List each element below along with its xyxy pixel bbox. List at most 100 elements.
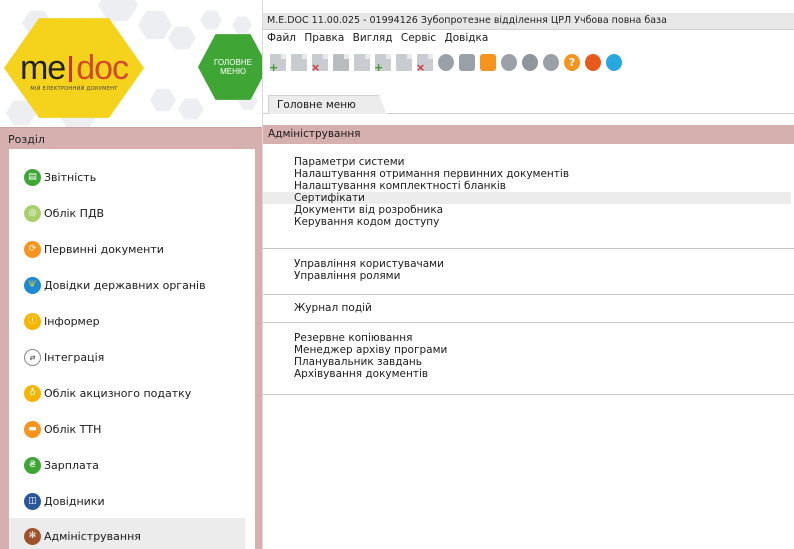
- ttn-icon: ▬: [24, 420, 41, 438]
- main-menu-label-1: ГОЛОВНЕ: [214, 58, 252, 67]
- salary-icon: ₴: [24, 456, 41, 474]
- report-icon: ▤: [24, 168, 41, 186]
- check-icon[interactable]: [543, 53, 559, 71]
- sidebar-item-label: Зарплата: [44, 458, 99, 472]
- section-header: Розділ: [0, 127, 263, 149]
- link-access-code[interactable]: Керування кодом доступу: [263, 216, 794, 228]
- administration-icon: ✻: [24, 527, 41, 545]
- link-role-management[interactable]: Управління ролями: [263, 270, 794, 282]
- sidebar-list: ▤ Звітність ◎ Облік ПДВ ⟳ Первинні докум…: [9, 149, 255, 549]
- link-user-management[interactable]: Управління користувачами: [263, 258, 794, 270]
- link-archive-manager[interactable]: Менеджер архіву програми: [263, 344, 794, 356]
- tab-main-menu-label: Головне меню: [277, 99, 356, 111]
- sidebar-item-salary[interactable]: ₴ Зарплата: [9, 447, 245, 483]
- link-developer-documents[interactable]: Документи від розробника: [263, 204, 794, 216]
- tab-strip: Головне меню: [263, 92, 794, 114]
- decor-hex: [138, 10, 172, 40]
- menu-bar: Файл Правка Вигляд Сервіс Довідка: [263, 30, 794, 46]
- sidebar-item-label: Довідки державних органів: [44, 278, 206, 292]
- open-report-icon[interactable]: [291, 53, 307, 71]
- sidebar-item-label: Облік ПДВ: [44, 206, 105, 220]
- sidebar-item-label: Інтеграція: [44, 350, 105, 364]
- excise-icon: ♁: [24, 384, 41, 402]
- delete-report-icon[interactable]: ×: [311, 53, 328, 73]
- logo-text-doc: doc: [76, 48, 129, 87]
- receive-icon[interactable]: [522, 53, 538, 71]
- link-primary-docs-settings[interactable]: Налаштування отримання первинних докумен…: [263, 168, 794, 180]
- help-icon[interactable]: ?: [564, 53, 580, 71]
- edit-document-icon[interactable]: [354, 53, 370, 71]
- sidebar-item-informer[interactable]: ⓘ Інформер: [9, 303, 245, 339]
- directories-icon: ◫: [24, 492, 41, 510]
- link-certificates[interactable]: Сертифікати: [263, 192, 791, 204]
- panel-divider: [262, 0, 263, 549]
- content-header: Адміністрування: [263, 125, 794, 144]
- window-title: M.E.DOC 11.00.025 - 01994126 Зубопротезн…: [267, 15, 667, 26]
- toolbar: + × + × ?: [263, 47, 794, 77]
- vat-icon: ◎: [24, 204, 41, 222]
- logo-tagline: МІЙ ЕЛЕКТРОННИЙ ДОКУМЕНТ: [30, 85, 118, 92]
- app-window: me doc МІЙ ЕЛЕКТРОННИЙ ДОКУМЕНТ ГОЛОВНЕ М…: [0, 0, 794, 549]
- sidebar-item-label: Адміністрування: [44, 529, 141, 543]
- logo-area: me doc МІЙ ЕЛЕКТРОННИЙ ДОКУМЕНТ ГОЛОВНЕ М…: [0, 0, 263, 127]
- tab-main-menu[interactable]: Головне меню: [268, 95, 387, 114]
- menu-edit[interactable]: Правка: [304, 32, 344, 44]
- link-system-parameters[interactable]: Параметри системи: [263, 156, 794, 168]
- menu-service[interactable]: Сервіс: [401, 32, 436, 44]
- content-header-label: Адміністрування: [268, 128, 361, 140]
- sidebar: ▤ Звітність ◎ Облік ПДВ ⟳ Первинні докум…: [0, 149, 263, 549]
- integration-icon: ⇄: [24, 348, 41, 366]
- menu-help[interactable]: Довідка: [445, 32, 489, 44]
- send-icon[interactable]: [480, 53, 496, 71]
- chat-icon[interactable]: [585, 53, 601, 71]
- sidebar-item-integration[interactable]: ⇄ Інтеграція: [9, 339, 245, 375]
- state-agencies-icon: Ѱ: [24, 276, 41, 294]
- sidebar-item-ttn[interactable]: ▬ Облік ТТН: [9, 411, 245, 447]
- sidebar-item-directories[interactable]: ◫ Довідники: [9, 483, 245, 519]
- menu-view[interactable]: Вигляд: [353, 32, 393, 44]
- primary-documents-icon: ⟳: [24, 240, 41, 258]
- sign-icon[interactable]: [438, 53, 454, 71]
- users-group: Управління користувачами Управління роля…: [263, 258, 794, 295]
- remove-document-icon[interactable]: ×: [416, 53, 433, 73]
- messenger-icon[interactable]: [606, 53, 622, 71]
- events-group: Журнал подій: [263, 302, 794, 323]
- settings-group: Параметри системи Налаштування отримання…: [263, 156, 794, 249]
- sidebar-item-label: Облік акцизного податку: [44, 386, 192, 400]
- key-icon[interactable]: [501, 53, 517, 71]
- search-document-icon[interactable]: [396, 53, 412, 71]
- main-menu-label-2: МЕНЮ: [220, 67, 246, 76]
- sidebar-item-reporting[interactable]: ▤ Звітність: [9, 159, 245, 195]
- sidebar-item-label: Первинні документи: [44, 242, 164, 256]
- section-header-label: Розділ: [8, 133, 45, 146]
- sidebar-item-state-agencies[interactable]: Ѱ Довідки державних органів: [9, 267, 245, 303]
- content-panel: Адміністрування Параметри системи Налашт…: [263, 125, 794, 549]
- add-document-icon[interactable]: +: [374, 53, 391, 73]
- link-backup[interactable]: Резервне копіювання: [263, 332, 794, 344]
- logo-text-me: me: [19, 48, 66, 87]
- main-menu-button[interactable]: ГОЛОВНЕ МЕНЮ: [198, 34, 263, 100]
- decor-hex: [178, 98, 204, 120]
- document-icon[interactable]: [333, 53, 349, 71]
- sidebar-item-label: Облік ТТН: [44, 422, 102, 436]
- link-task-scheduler[interactable]: Планувальник завдань: [263, 356, 794, 368]
- decor-hex: [232, 16, 252, 34]
- sidebar-item-administration[interactable]: ✻ Адміністрування: [9, 518, 245, 549]
- new-report-icon[interactable]: +: [269, 53, 286, 73]
- sidebar-item-vat[interactable]: ◎ Облік ПДВ: [9, 195, 245, 231]
- sidebar-item-primary-documents[interactable]: ⟳ Первинні документи: [9, 231, 245, 267]
- link-document-archiving[interactable]: Архівування документів: [263, 368, 794, 380]
- backup-group: Резервне копіювання Менеджер архіву прог…: [263, 332, 794, 395]
- menu-file[interactable]: Файл: [267, 32, 296, 44]
- sidebar-item-label: Інформер: [44, 314, 100, 328]
- sidebar-item-label: Довідники: [44, 494, 105, 508]
- window-title-bar: M.E.DOC 11.00.025 - 01994126 Зубопротезн…: [263, 13, 794, 30]
- link-forms-completeness[interactable]: Налаштування комплектності бланків: [263, 180, 794, 192]
- decor-hex: [150, 88, 176, 112]
- sidebar-item-excise[interactable]: ♁ Облік акцизного податку: [9, 375, 245, 411]
- informer-icon: ⓘ: [24, 312, 41, 330]
- link-event-log[interactable]: Журнал подій: [263, 302, 794, 314]
- decor-hex: [200, 10, 222, 30]
- print-icon[interactable]: [459, 53, 475, 71]
- sidebar-item-label: Звітність: [44, 170, 97, 184]
